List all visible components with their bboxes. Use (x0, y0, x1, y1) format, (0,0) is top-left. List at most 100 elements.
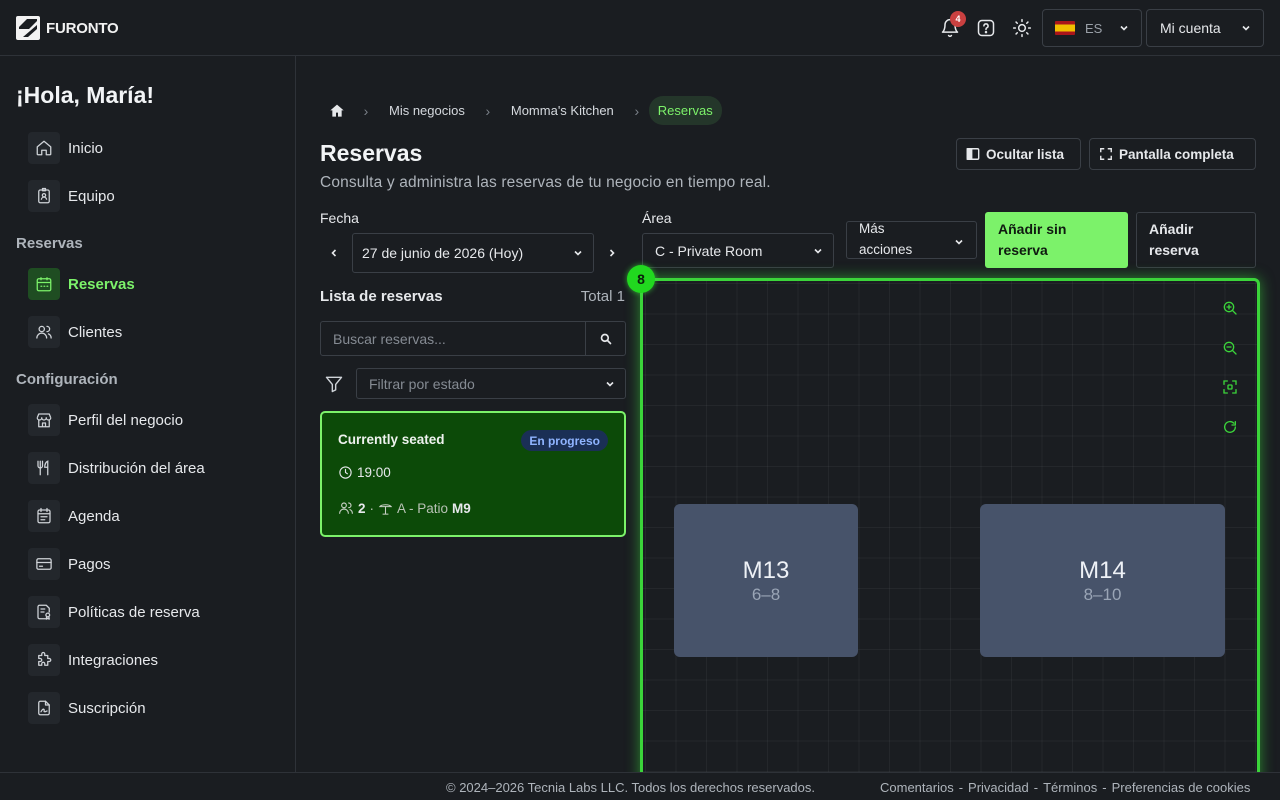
more-actions-button[interactable]: Más acciones (846, 221, 977, 259)
fullscreen-label: Pantalla completa (1119, 146, 1234, 162)
area-value: C - Private Room (655, 242, 763, 259)
chevron-down-icon (574, 250, 582, 256)
brand-logo[interactable]: FURONTO (16, 16, 119, 40)
notification-count-badge: 4 (950, 11, 966, 27)
table-m13[interactable]: M13 6–8 (674, 504, 858, 657)
store-icon (28, 404, 60, 436)
clock-icon (339, 466, 352, 479)
footer-separator: - (958, 780, 964, 795)
breadcrumb-mis-negocios[interactable]: Mis negocios (378, 103, 476, 118)
floor-plan-canvas[interactable]: M13 6–8 M14 8–10 (640, 278, 1260, 800)
sidebar-item-label: Suscripción (68, 699, 146, 717)
footer-link-comentarios[interactable]: Comentarios (880, 780, 954, 795)
fullscreen-button[interactable]: Pantalla completa (1089, 138, 1256, 170)
footer-separator: - (1102, 780, 1107, 795)
language-code: ES (1085, 20, 1103, 36)
chevron-left-icon (331, 249, 337, 257)
more-actions-label: Más acciones (859, 221, 913, 257)
sidebar-item-label: Inicio (68, 139, 104, 157)
badge-icon (28, 180, 60, 212)
expand-icon (1100, 148, 1112, 160)
sidebar-item-label: Integraciones (68, 651, 159, 669)
language-selector[interactable]: ES (1042, 9, 1142, 47)
card-icon (28, 548, 60, 580)
top-bar: FURONTO 4 ES Mi cuenta (0, 0, 1280, 56)
sidebar-item-pagos[interactable]: Pagos (28, 548, 111, 580)
reset-view-icon[interactable] (1219, 416, 1241, 438)
reservation-time-row: 19:00 (338, 465, 391, 480)
theme-toggle-sun-icon[interactable] (1010, 16, 1034, 40)
table-capacity: 8–10 (1083, 584, 1122, 604)
sidebar-item-label: Equipo (68, 187, 115, 205)
utensils-icon (28, 452, 60, 484)
hide-list-label: Ocultar lista (986, 146, 1065, 162)
sidebar-item-label: Clientes (68, 323, 123, 341)
sidebar-item-inicio[interactable]: Inicio (28, 132, 103, 164)
sidebar-item-reservas[interactable]: Reservas (28, 268, 135, 300)
umbrella-icon (378, 503, 393, 515)
sidebar-item-label: Perfil del negocio (68, 411, 184, 429)
reservation-details-row: 2 · A - Patio M9 (338, 500, 471, 516)
add-reservation-button[interactable]: Añadir reserva (1136, 212, 1256, 268)
zoom-in-icon[interactable] (1219, 297, 1241, 319)
chevron-down-icon (955, 239, 963, 245)
guests-icon (339, 502, 353, 514)
sidebar-item-clientes[interactable]: Clientes (28, 316, 122, 348)
table-name: M14 (1079, 556, 1126, 584)
sidebar-item-equipo[interactable]: Equipo (28, 180, 115, 212)
footer-link-privacidad[interactable]: Privacidad (968, 780, 1029, 795)
chevron-right-icon: › (485, 102, 491, 119)
floor-marker-badge: 8 (627, 265, 655, 293)
sidebar-item-label: Políticas de reserva (68, 603, 200, 621)
search-button[interactable] (585, 322, 625, 355)
sidebar-item-distribucion[interactable]: Distribución del área (28, 452, 205, 484)
sidebar-item-politicas[interactable]: Políticas de reserva (28, 596, 200, 628)
next-day-button[interactable] (600, 240, 624, 266)
sidebar-panel-icon (966, 148, 980, 160)
area-select[interactable]: C - Private Room (642, 233, 834, 268)
status-filter-placeholder: Filtrar por estado (369, 375, 475, 392)
account-menu-button[interactable]: Mi cuenta (1146, 9, 1264, 47)
sidebar-item-label: Reservas (68, 275, 135, 293)
policy-icon (28, 596, 60, 628)
table-m14[interactable]: M14 8–10 (980, 504, 1225, 657)
section-title-reservas: Reservas (16, 235, 83, 252)
chevron-right-icon: › (634, 102, 640, 119)
date-label: Fecha (320, 210, 359, 226)
breadcrumb: › Mis negocios › Momma's Kitchen › Reser… (320, 96, 722, 125)
reservation-list-title: Lista de reservas (320, 288, 443, 305)
sidebar-item-perfil[interactable]: Perfil del negocio (28, 404, 183, 436)
footer-link-cookies[interactable]: Preferencias de cookies (1112, 780, 1251, 795)
zoom-out-icon[interactable] (1219, 337, 1241, 359)
brand-name: FURONTO (46, 19, 119, 37)
help-icon[interactable] (974, 16, 998, 40)
section-title-configuracion: Configuración (16, 371, 118, 388)
reservation-card[interactable]: Currently seated En progreso 19:00 2 · A… (320, 411, 626, 537)
chevron-down-icon (1242, 25, 1250, 31)
date-value: 27 de junio de 2026 (Hoy) (362, 245, 524, 261)
hide-list-button[interactable]: Ocultar lista (956, 138, 1081, 170)
sidebar-item-suscripcion[interactable]: Suscripción (28, 692, 146, 724)
chevron-right-icon (609, 249, 615, 257)
copyright-text: © 2024–2026 Tecnia Labs LLC. Todos los d… (446, 780, 816, 795)
home-icon[interactable] (320, 96, 354, 125)
search-input[interactable] (321, 322, 585, 355)
sidebar-item-label: Pagos (68, 555, 111, 573)
sidebar-item-integraciones[interactable]: Integraciones (28, 644, 158, 676)
fit-view-icon[interactable] (1219, 376, 1241, 398)
chevron-down-icon (606, 381, 614, 387)
puzzle-icon (28, 644, 60, 676)
prev-day-button[interactable] (322, 240, 346, 266)
sidebar-item-agenda[interactable]: Agenda (28, 500, 120, 532)
table-capacity: 6–8 (751, 584, 781, 604)
status-filter-select[interactable]: Filtrar por estado (356, 368, 626, 399)
breadcrumb-mommas-kitchen[interactable]: Momma's Kitchen (500, 103, 625, 118)
footer: © 2024–2026 Tecnia Labs LLC. Todos los d… (0, 772, 1280, 800)
date-select[interactable]: 27 de junio de 2026 (Hoy) (352, 233, 594, 273)
sidebar-item-label: Agenda (68, 507, 120, 525)
add-walkin-button[interactable]: Añadir sin reserva (985, 212, 1128, 268)
party-size: 2 (358, 500, 366, 516)
footer-link-terminos[interactable]: Términos (1043, 780, 1097, 795)
table-name: M13 (742, 556, 790, 584)
logo-mark-icon (16, 16, 40, 40)
